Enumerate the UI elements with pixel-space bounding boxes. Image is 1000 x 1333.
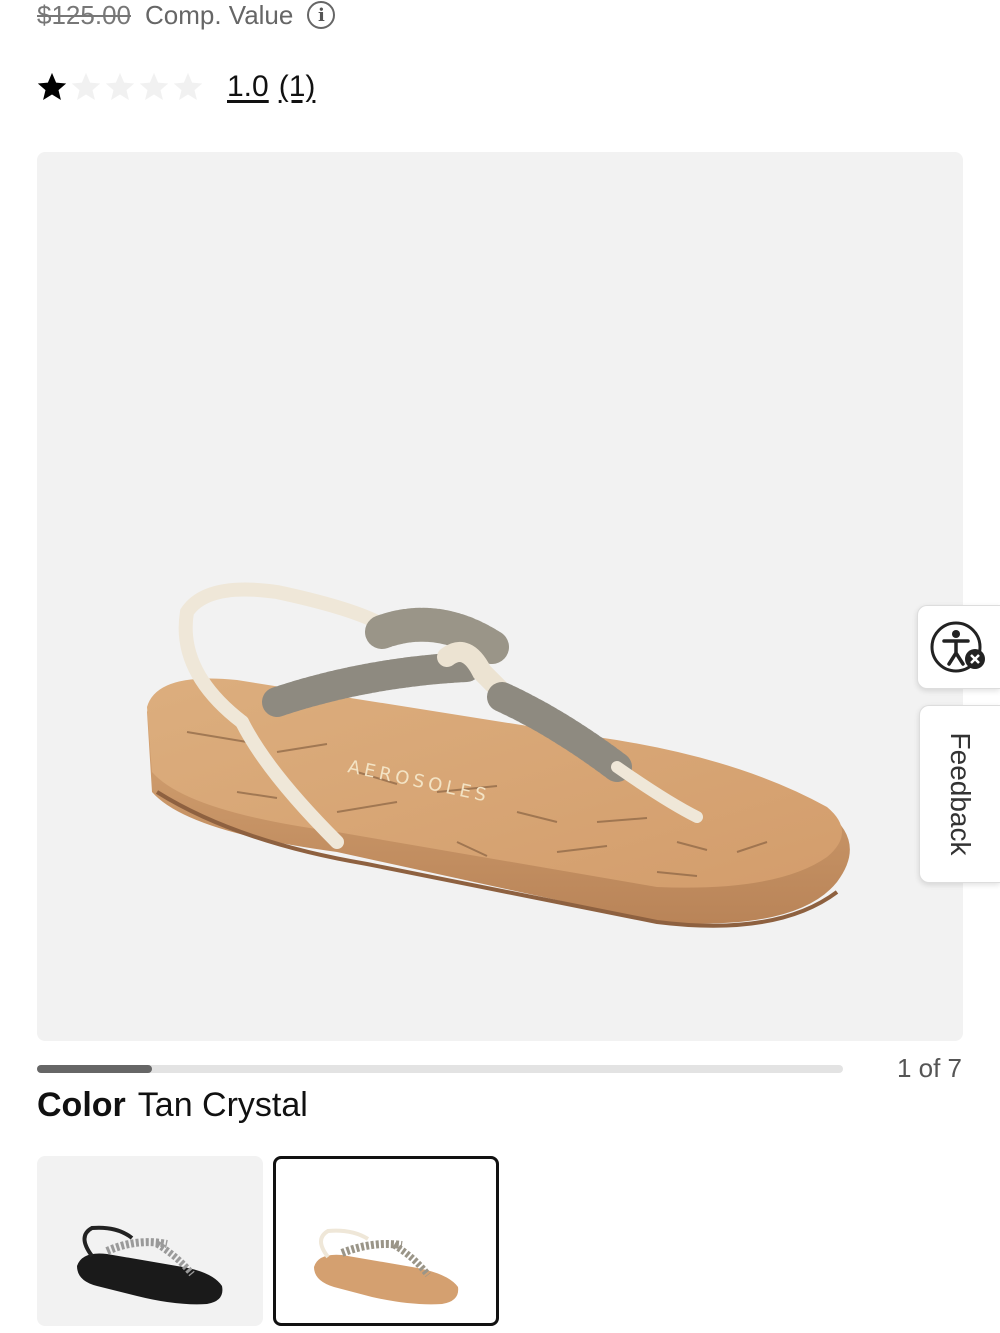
sandal-image: AEROSOLES — [147, 582, 850, 928]
star-empty-icon — [71, 72, 101, 101]
comp-price: $125.00 — [37, 0, 131, 30]
feedback-label: Feedback — [945, 732, 976, 856]
rating-row: 1.0 (1) — [35, 70, 315, 104]
rating-link[interactable]: 1.0 (1) — [227, 70, 315, 104]
accessibility-icon — [930, 621, 985, 673]
gallery-progress — [37, 1065, 843, 1073]
price-row: $125.00 Comp. Value i — [37, 0, 336, 30]
swatch-black-crystal[interactable] — [37, 1156, 263, 1326]
tan-sandal-thumbnail — [314, 1228, 459, 1305]
feedback-button[interactable]: Feedback — [919, 705, 1000, 883]
color-row: Color Tan Crystal — [37, 1086, 308, 1125]
product-image[interactable]: AEROSOLES — [37, 152, 963, 1041]
info-icon[interactable]: i — [307, 1, 336, 29]
accessibility-button[interactable] — [917, 605, 1000, 689]
rating-value: 1.0 — [227, 70, 269, 103]
star-empty-icon — [139, 72, 169, 101]
rating-count: (1) — [278, 70, 316, 103]
color-value: Tan Crystal — [137, 1086, 308, 1124]
star-empty-icon — [105, 72, 135, 101]
comp-value-label: Comp. Value — [144, 0, 294, 30]
gallery-counter: 1 of 7 — [896, 1053, 962, 1083]
star-empty-icon — [173, 72, 203, 101]
gallery-progress-fill — [37, 1065, 153, 1073]
black-sandal-thumbnail — [77, 1225, 223, 1305]
swatch-tan-crystal[interactable] — [273, 1156, 499, 1326]
star-filled-icon — [37, 72, 67, 101]
color-label: Color — [37, 1086, 126, 1124]
